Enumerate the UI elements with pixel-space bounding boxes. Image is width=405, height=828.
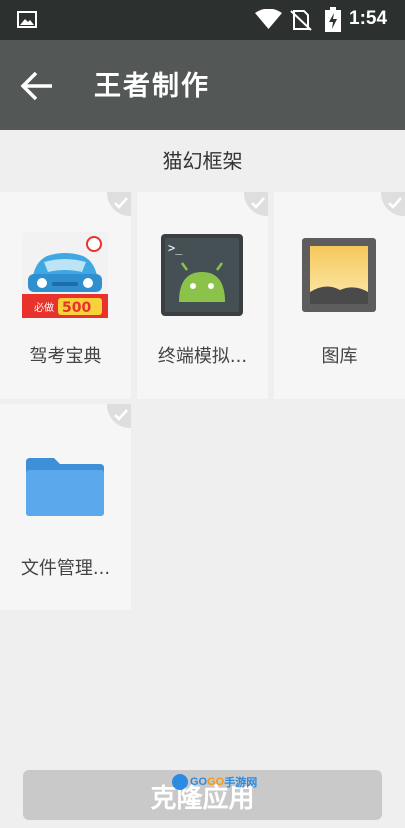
app-label: 图库 bbox=[321, 346, 358, 367]
check-icon bbox=[114, 197, 128, 209]
app-label: 驾考宝典 bbox=[29, 346, 102, 367]
watermark-logo-icon bbox=[172, 774, 188, 790]
app-label: 文件管理... bbox=[20, 558, 111, 579]
watermark-text-a: GO bbox=[190, 776, 208, 788]
page-title: 王者制作 bbox=[94, 71, 210, 102]
android-terminal-icon: >_ bbox=[161, 234, 243, 316]
status-bar: 1:54 bbox=[0, 0, 405, 40]
folder-icon bbox=[26, 458, 104, 516]
check-icon bbox=[251, 197, 265, 209]
toolbar: 王者制作 bbox=[0, 40, 405, 130]
app-tile[interactable]: 必做 500 驾考宝典 bbox=[0, 192, 131, 399]
check-badge bbox=[107, 192, 131, 216]
svg-text:500: 500 bbox=[62, 300, 91, 316]
app-label: 终端模拟... bbox=[157, 346, 248, 367]
check-icon bbox=[114, 409, 128, 421]
section-title: 猫幻框架 bbox=[162, 149, 243, 173]
svg-text:>_: >_ bbox=[168, 241, 183, 255]
gallery-icon bbox=[302, 238, 376, 312]
check-badge bbox=[381, 192, 405, 216]
check-badge bbox=[244, 192, 268, 216]
app-tile[interactable]: 图库 bbox=[274, 192, 405, 399]
car-exam-icon: 必做 500 bbox=[22, 232, 108, 318]
image-icon bbox=[17, 11, 37, 28]
check-badge bbox=[107, 404, 131, 428]
watermark: GO GO 手游网 bbox=[172, 773, 257, 791]
svg-text:必做: 必做 bbox=[34, 301, 54, 314]
check-icon bbox=[388, 197, 402, 209]
wifi-icon bbox=[255, 9, 282, 29]
status-time: 1:54 bbox=[349, 8, 388, 29]
arrow-left-icon[interactable] bbox=[16, 64, 60, 108]
app-tile[interactable]: >_ 终端模拟... bbox=[137, 192, 268, 399]
battery-charging-icon bbox=[325, 7, 341, 32]
app-tile[interactable]: 文件管理... bbox=[0, 404, 131, 610]
watermark-text-b: GO bbox=[207, 776, 225, 788]
no-sim-icon bbox=[290, 10, 312, 31]
watermark-text-c: 手游网 bbox=[224, 777, 258, 789]
